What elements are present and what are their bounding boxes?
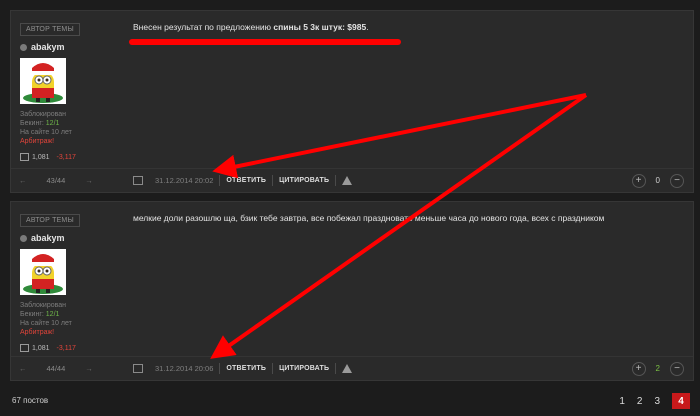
arbitrage-link[interactable]: Арбитраж!: [20, 328, 130, 337]
offline-status-icon: [20, 234, 27, 242]
user-status: Заблокирован: [20, 302, 67, 309]
username[interactable]: abakym: [20, 233, 130, 243]
divider: [219, 363, 221, 374]
post-author-panel: АВТОР ТЕМЫ abakym Заблокирован Бекинг: 1…: [20, 18, 130, 161]
post-author-panel: АВТОР ТЕМЫ abakym Заблокирован Бекинг: 1…: [20, 209, 130, 352]
rating-value: -3,117: [56, 153, 76, 161]
post-actions: 31.12.2014 20:06 ОТВЕТИТЬ ЦИТИРОВАТЬ: [133, 357, 353, 380]
vote-count: 0: [655, 176, 660, 185]
posts-count: 1,081: [32, 344, 50, 352]
total-posts-count: 67 постов: [12, 396, 49, 405]
avatar[interactable]: [20, 58, 66, 104]
post-position: 43/44: [46, 176, 66, 185]
post-footer: ← 44/44 → 31.12.2014 20:06 ОТВЕТИТЬ ЦИТИ…: [11, 356, 693, 380]
user-stats: 1,081 -3,117: [20, 153, 130, 161]
user-stats: 1,081 -3,117: [20, 344, 130, 352]
username-label[interactable]: abakym: [31, 233, 65, 243]
divider: [272, 175, 274, 186]
next-arrow-icon[interactable]: →: [85, 364, 93, 373]
post-actions: 31.12.2014 20:02 ОТВЕТИТЬ ЦИТИРОВАТЬ: [133, 169, 353, 192]
divider: [272, 363, 274, 374]
next-arrow-icon[interactable]: →: [85, 176, 93, 185]
share-icon[interactable]: [133, 364, 143, 373]
pagination: 1 2 3 4: [619, 393, 690, 409]
quote-button[interactable]: ЦИТИРОВАТЬ: [279, 365, 329, 372]
vote-controls: + 2 −: [631, 361, 684, 376]
reply-button[interactable]: ОТВЕТИТЬ: [226, 177, 266, 184]
current-page[interactable]: 4: [672, 393, 690, 409]
share-icon[interactable]: [133, 176, 143, 185]
divider: [335, 363, 337, 374]
user-bek: Бекинг: 12/1: [20, 311, 60, 318]
topic-author-badge: АВТОР ТЕМЫ: [20, 214, 80, 227]
offline-status-icon: [20, 43, 27, 51]
comments-icon: [20, 344, 29, 352]
reply-button[interactable]: ОТВЕТИТЬ: [226, 365, 266, 372]
user-meta: Заблокирован Бекинг: 12/1 На сайте 10 ле…: [20, 301, 130, 337]
post-date[interactable]: 31.12.2014 20:02: [155, 176, 213, 185]
user-tenure: На сайте 10 лет: [20, 320, 72, 327]
user-meta: Заблокирован Бекинг: 12/1 На сайте 10 ле…: [20, 110, 130, 146]
vote-controls: + 0 −: [631, 173, 684, 188]
divider: [335, 175, 337, 186]
prev-arrow-icon[interactable]: ←: [19, 364, 27, 373]
downvote-button[interactable]: −: [670, 173, 684, 188]
avatar[interactable]: [20, 249, 66, 295]
minion-avatar-icon: [20, 249, 66, 295]
username[interactable]: abakym: [20, 42, 130, 52]
comments-icon: [20, 153, 29, 161]
posts-count: 1,081: [32, 153, 50, 161]
post-footer: ← 43/44 → 31.12.2014 20:02 ОТВЕТИТЬ ЦИТИ…: [11, 168, 693, 192]
page-link[interactable]: 3: [654, 396, 660, 407]
post-content: Внесен результат по предложению спины 5 …: [133, 22, 369, 32]
post-position: 44/44: [46, 364, 66, 373]
downvote-button[interactable]: −: [670, 361, 684, 376]
username-label[interactable]: abakym: [31, 42, 65, 52]
page-link[interactable]: 2: [637, 396, 643, 407]
report-warning-icon[interactable]: [342, 176, 353, 185]
post-navigation: ← 43/44 →: [19, 176, 93, 185]
divider: [219, 175, 221, 186]
upvote-button[interactable]: +: [631, 173, 646, 188]
upvote-button[interactable]: +: [631, 361, 646, 376]
post-content: мелкие доли разошлю ща, бзик тебе завтра…: [133, 213, 605, 223]
report-warning-icon[interactable]: [342, 364, 353, 373]
rating-value: -3,117: [56, 344, 76, 352]
topic-author-badge: АВТОР ТЕМЫ: [20, 23, 80, 36]
minion-avatar-icon: [20, 58, 66, 104]
vote-count: 2: [655, 364, 660, 373]
user-tenure: На сайте 10 лет: [20, 129, 72, 136]
post-date[interactable]: 31.12.2014 20:06: [155, 364, 213, 373]
user-status: Заблокирован: [20, 111, 67, 118]
arbitrage-link[interactable]: Арбитраж!: [20, 137, 130, 146]
post-navigation: ← 44/44 →: [19, 364, 93, 373]
forum-post: АВТОР ТЕМЫ abakym Заблокирован Бекинг: 1…: [10, 10, 694, 193]
page-link[interactable]: 1: [619, 396, 625, 407]
quote-button[interactable]: ЦИТИРОВАТЬ: [279, 177, 329, 184]
prev-arrow-icon[interactable]: ←: [19, 176, 27, 185]
user-bek: Бекинг: 12/1: [20, 120, 60, 127]
forum-post: АВТОР ТЕМЫ abakym Заблокирован Бекинг: 1…: [10, 201, 694, 381]
